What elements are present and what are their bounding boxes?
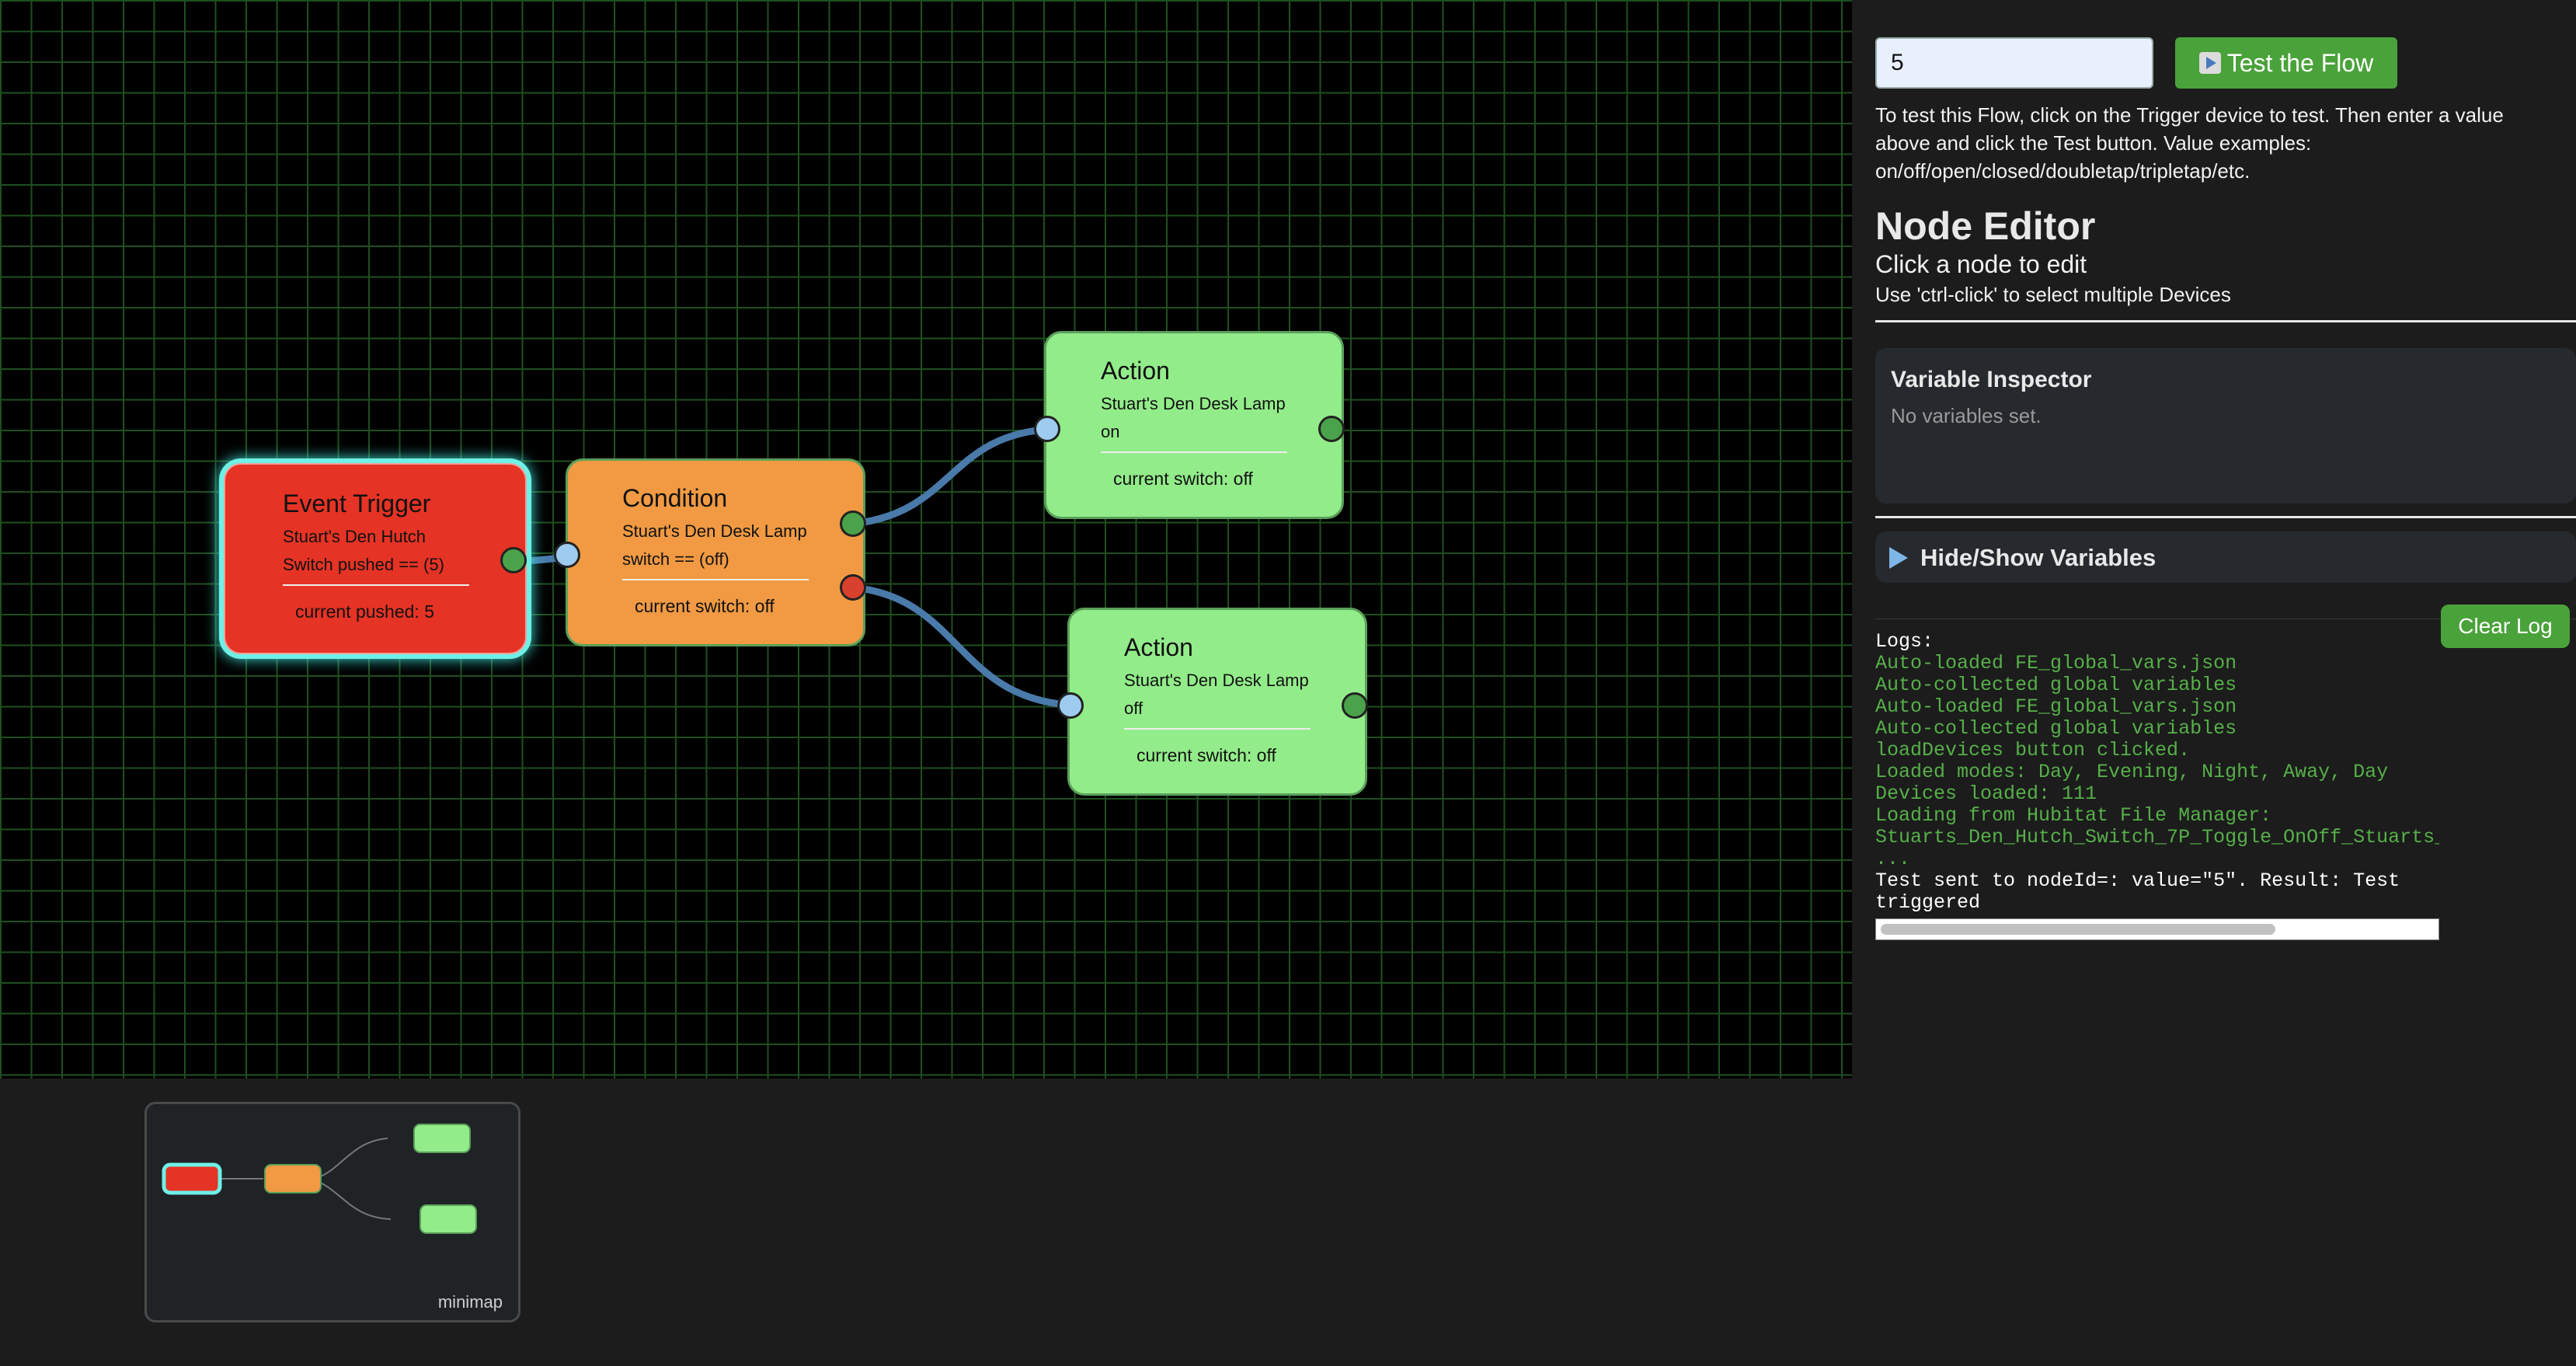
flow-canvas[interactable]: Event Trigger Stuart's Den Hutch Switch … [0,0,1852,1079]
node-title: Action [1101,357,1170,385]
node-rule: switch == (off) [622,549,729,569]
output-port[interactable] [500,547,527,573]
input-port[interactable] [1034,416,1060,442]
node-current-value: current switch: off [635,596,775,616]
node-device: Stuart's Den Desk Lamp [1124,671,1309,690]
output-port-true[interactable] [840,511,866,537]
node-title: Condition [622,484,728,512]
node-title: Action [1124,633,1193,661]
node-action-on[interactable]: Action Stuart's Den Desk Lamp on current… [1034,331,1345,519]
minimap-node-condition [264,1164,322,1194]
log-line-last: Test sent to nodeId=: value="5". Result:… [1875,870,2400,914]
output-port[interactable] [1318,416,1345,442]
test-value-input[interactable] [1875,37,2153,89]
clear-log-button[interactable]: Clear Log [2441,605,2570,648]
node-rule: off [1124,699,1144,718]
divider [1875,516,2576,518]
log-line: loadDevices button clicked. [1875,740,2191,761]
output-port[interactable] [1342,692,1368,719]
node-rule: on [1101,422,1120,441]
input-port[interactable] [1057,692,1084,719]
divider [1875,320,2576,322]
test-help-text: To test this Flow, click on the Trigger … [1875,103,2504,183]
logs-header: Logs: [1875,630,1934,653]
node-action-off[interactable]: Action Stuart's Den Desk Lamp off curren… [1057,608,1368,796]
node-divider [1124,728,1311,730]
node-current-value: current switch: off [1113,469,1253,489]
log-line: Auto-collected global variables [1875,718,2237,740]
node-device: Stuart's Den Desk Lamp [622,521,807,541]
node-current-value: current pushed: 5 [295,601,435,622]
node-editor-hint: Use 'ctrl-click' to select multiple Devi… [1875,283,2231,306]
node-rule: Switch pushed == (5) [283,555,444,574]
log-horizontal-scrollbar[interactable] [1875,918,2439,940]
minimap[interactable]: minimap [144,1102,520,1322]
node-device: Stuart's Den Hutch [283,527,426,546]
variable-inspector: Variable Inspector No variables set. [1875,348,2576,504]
variable-inspector-title: Variable Inspector [1891,367,2092,392]
node-editor-subtitle: Click a node to edit [1875,250,2087,278]
minimap-node-action-on [413,1124,471,1153]
log-line: ... [1875,849,1911,870]
play-icon [2198,52,2221,74]
output-port-false[interactable] [840,574,866,601]
node-event-trigger[interactable]: Event Trigger Stuart's Den Hutch Switch … [224,463,527,654]
minimap-node-trigger [162,1162,222,1195]
hide-show-variables-label: Hide/Show Variables [1920,544,2157,571]
log-line: Devices loaded: 111 [1875,783,2097,805]
node-device: Stuart's Den Desk Lamp [1101,394,1286,413]
node-current-value: current switch: off [1137,745,1276,765]
log-line: Auto-loaded FE_global_vars.json [1875,696,2237,718]
hide-show-variables-toggle[interactable]: Hide/Show Variables [1875,531,2576,583]
log-line: Auto-collected global variables [1875,674,2237,696]
input-port[interactable] [554,542,580,568]
log-output: Logs: Auto-loaded FE_global_vars.json Au… [1875,631,2439,914]
log-line: Loaded modes: Day, Evening, Night, Away,… [1875,761,2389,783]
log-line: Auto-loaded FE_global_vars.json [1875,653,2237,674]
wire-condition-action2 [852,584,1081,709]
minimap-node-action-off [419,1204,477,1234]
variable-inspector-empty: No variables set. [1891,404,2042,427]
wire-condition-action1 [852,425,1057,528]
scrollbar-thumb[interactable] [1881,924,2275,935]
test-flow-button[interactable]: Test the Flow [2175,37,2397,89]
log-line: Loading from Hubitat File Manager: [1875,805,2272,827]
node-divider [622,579,809,580]
log-line: Stuarts_Den_Hutch_Switch_7P_Toggle_OnOff… [1875,827,2439,849]
triangle-right-icon [1889,547,1908,569]
node-divider [283,584,469,586]
minimap-label: minimap [437,1292,503,1312]
node-editor-title: Node Editor [1875,204,2096,248]
test-flow-label: Test the Flow [2226,48,2374,77]
side-panel: Test the Flow To test this Flow, click o… [1852,0,2576,1366]
node-title: Event Trigger [283,490,431,517]
node-divider [1101,451,1287,453]
node-condition[interactable]: Condition Stuart's Den Desk Lamp switch … [554,458,866,646]
